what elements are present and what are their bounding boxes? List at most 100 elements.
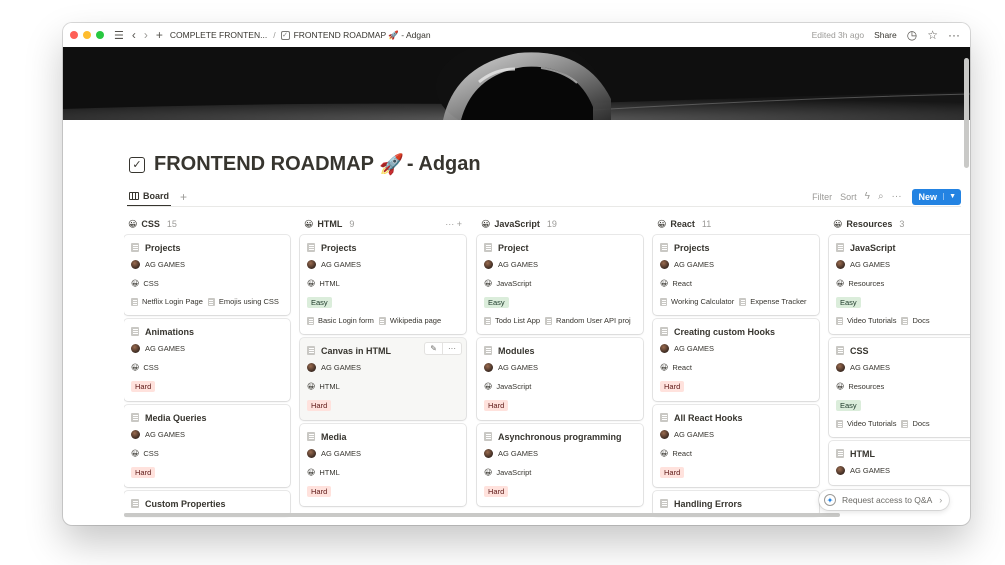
related-page-link[interactable]: Todo List App (484, 316, 540, 325)
column-javascript: 😀 JavaScript 19 Project AG GAMES 😀 JavaSc… (477, 213, 643, 510)
difficulty-tag: Hard (484, 400, 509, 411)
page-icon (836, 346, 844, 355)
card-author: AG GAMES (321, 363, 362, 372)
column-actions[interactable]: ··· + (445, 219, 462, 229)
back-icon[interactable]: ‹ (132, 28, 136, 42)
lightning-icon[interactable]: ϟ (865, 191, 870, 202)
more-icon[interactable]: ··· (892, 191, 902, 202)
related-page-link[interactable]: Video Tutorials (836, 316, 896, 325)
board-card[interactable]: Projects AG GAMES 😀 HTML Easy Basic Login… (300, 235, 466, 334)
card-author: AG GAMES (498, 260, 539, 269)
column-header[interactable]: 😀 JavaScript 19 (477, 213, 643, 235)
filter-button[interactable]: Filter (812, 192, 832, 202)
link-label: Basic Login form (318, 316, 374, 325)
difficulty-tag: Easy (307, 297, 332, 308)
link-label: Video Tutorials (847, 316, 897, 325)
request-qa-button[interactable]: ✦ Request access to Q&A › (819, 490, 950, 510)
new-button[interactable]: New ▼ (911, 188, 961, 205)
sort-button[interactable]: Sort (840, 192, 857, 202)
board-card[interactable]: Creating custom Hooks AG GAMES 😀 React Ha… (653, 319, 819, 401)
breadcrumb-current[interactable]: FRONTEND ROADMAP 🚀 - Adgan (294, 30, 431, 41)
checkbox-icon: ✓ (129, 156, 145, 173)
minimize-window-button[interactable] (83, 31, 91, 39)
board-card[interactable]: Modules AG GAMES 😀 JavaScript Hard (477, 338, 643, 420)
vertical-scrollbar[interactable] (964, 58, 969, 168)
column-header[interactable]: 😀 React 11 (653, 213, 819, 235)
column-header[interactable]: 😀 HTML 9 ··· + (300, 213, 466, 235)
board-card[interactable]: Asynchronous programming AG GAMES 😀 JavaS… (477, 424, 643, 506)
related-page-link[interactable]: Working Calculator (660, 297, 734, 306)
board-card[interactable]: Media AG GAMES 😀 HTML Hard (300, 424, 466, 506)
link-label: Expense Tracker (750, 297, 807, 306)
related-page-link[interactable]: Docs (901, 316, 930, 325)
tab-board-label: Board (143, 191, 170, 201)
column-name: Resources (846, 219, 893, 229)
board-card[interactable]: Media Queries AG GAMES 😀 CSS Hard (124, 405, 290, 487)
new-button-label: New (918, 191, 938, 202)
board-card[interactable]: All React Hooks AG GAMES 😀 React Hard (653, 405, 819, 487)
search-icon[interactable]: ⌕ (878, 191, 884, 202)
board-card[interactable]: Animations AG GAMES 😀 CSS Hard (124, 319, 290, 401)
related-page-link[interactable]: Wikipedia page (378, 316, 441, 325)
card-category: Resources (848, 279, 885, 288)
column-header[interactable]: 😀 CSS 15 (124, 213, 290, 235)
card-author: AG GAMES (674, 430, 715, 439)
card-title: Asynchronous programming (498, 431, 622, 442)
card-title: Custom Properties (145, 498, 226, 509)
plus-icon[interactable]: + (156, 28, 163, 42)
related-page-link[interactable]: Expense Tracker (739, 297, 807, 306)
forward-icon[interactable]: › (144, 28, 148, 42)
more-icon[interactable]: ··· (948, 28, 960, 42)
related-page-link[interactable]: Video Tutorials (836, 419, 896, 428)
difficulty-tag: Easy (836, 297, 861, 308)
related-page-link[interactable]: Emojis using CSS (207, 297, 279, 306)
zoom-window-button[interactable] (96, 31, 104, 39)
board-card[interactable]: Projects AG GAMES 😀 CSS Netflix Login Pag… (124, 235, 290, 315)
board-card[interactable]: ✎ ··· Canvas in HTML AG GAMES 😀 HTML Hard (300, 338, 466, 420)
card-category: HTML (319, 279, 340, 288)
star-icon[interactable]: ☆ (927, 28, 938, 42)
column-header[interactable]: 😀 Resources 3 (829, 213, 970, 235)
page-icon (545, 316, 553, 325)
card-category: CSS (143, 449, 159, 458)
close-window-button[interactable] (70, 31, 78, 39)
page-icon (484, 346, 492, 355)
related-page-link[interactable]: Basic Login form (307, 316, 374, 325)
card-author: AG GAMES (850, 466, 891, 475)
related-page-link[interactable]: Random User API proj (545, 316, 631, 325)
edit-icon[interactable]: ✎ (425, 343, 442, 354)
related-page-link[interactable]: Docs (901, 419, 930, 428)
card-category: CSS (143, 363, 159, 372)
breadcrumb-parent[interactable]: COMPLETE FRONTEN... (170, 30, 267, 40)
horizontal-scrollbar[interactable] (124, 513, 840, 517)
column-name: HTML (317, 219, 343, 229)
link-label: Netflix Login Page (142, 297, 203, 306)
menu-icon[interactable]: ☰ (114, 29, 124, 42)
column-emoji: 😀 (481, 218, 491, 229)
page-icon (660, 297, 667, 306)
share-button[interactable]: Share (874, 30, 897, 40)
app-window: ☰ ‹ › + COMPLETE FRONTEN... / ✓ FRONTEND… (63, 23, 970, 525)
add-view-icon[interactable]: + (180, 190, 187, 204)
column-count: 19 (546, 219, 557, 229)
more-icon[interactable]: ··· (442, 343, 461, 354)
category-emoji: 😀 (484, 468, 493, 477)
card-category: React (672, 449, 692, 458)
page-title[interactable]: ✓ FRONTEND ROADMAP 🚀 - Adgan (129, 152, 481, 177)
board-card[interactable]: JavaScript AG GAMES 😀 Resources Easy Vide… (829, 235, 970, 334)
board-card[interactable]: Projects AG GAMES 😀 React Working Calcula… (653, 235, 819, 315)
chevron-down-icon[interactable]: ▼ (943, 193, 961, 200)
board-card[interactable]: CSS AG GAMES 😀 Resources Easy Video Tutor… (829, 338, 970, 437)
kanban-board: 😀 CSS 15 Projects AG GAMES 😀 CSS Netflix … (124, 213, 970, 518)
board-card[interactable]: Project AG GAMES 😀 JavaScript Easy Todo L… (477, 235, 643, 334)
clock-icon[interactable]: ◷ (907, 28, 917, 42)
category-emoji: 😀 (484, 279, 493, 288)
board-card[interactable]: HTML AG GAMES (829, 441, 970, 485)
difficulty-tag: Easy (484, 297, 509, 308)
column-count: 9 (349, 219, 355, 229)
related-page-link[interactable]: Netflix Login Page (131, 297, 203, 306)
avatar (131, 260, 140, 269)
card-author: AG GAMES (498, 449, 539, 458)
tab-board[interactable]: Board (127, 187, 172, 206)
difficulty-tag: Hard (307, 486, 332, 497)
